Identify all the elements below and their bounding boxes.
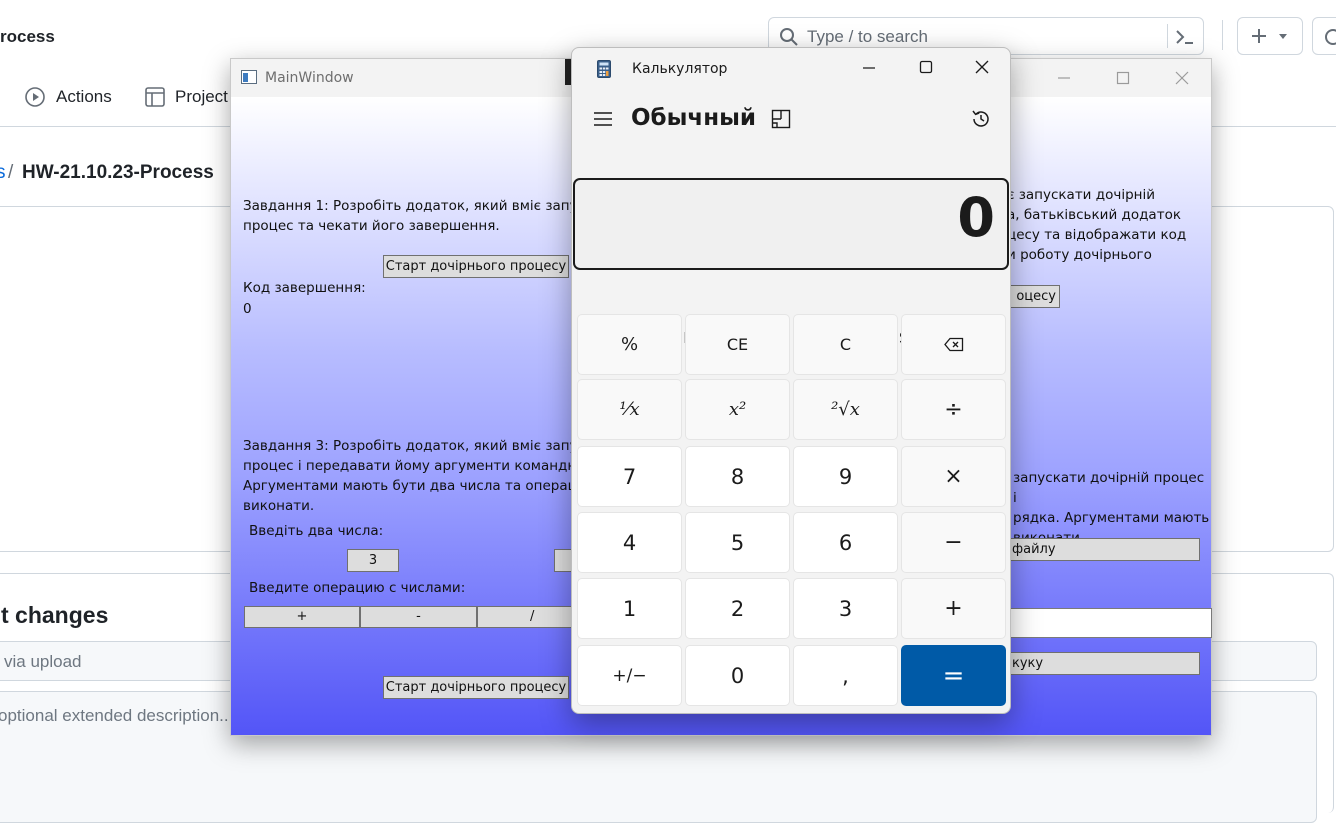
exit-code-label: Код завершення: (243, 280, 366, 296)
repo-name[interactable]: rocess (0, 27, 55, 47)
digit-9-button[interactable]: 9 (793, 446, 898, 507)
maximize-icon[interactable] (1116, 71, 1130, 85)
maximize-icon[interactable] (919, 60, 933, 74)
close-icon[interactable] (1175, 71, 1189, 85)
task3-line: процес і передавати йому аргументи коман… (243, 458, 585, 474)
op-divide-button[interactable]: / (477, 606, 577, 628)
task2-line: є запускати дочірній (1007, 187, 1155, 203)
breadcrumb-owner[interactable]: s (0, 162, 6, 184)
calculator-mode-title: Обычный (631, 105, 757, 131)
calculator-display: 0 (573, 178, 1009, 270)
task1-start-button[interactable]: Старт дочірнього процесу (383, 255, 569, 278)
square-button[interactable]: x² (685, 379, 790, 440)
decimal-button[interactable]: , (793, 645, 898, 706)
issues-button[interactable] (1312, 17, 1336, 55)
enter-numbers-label: Введіть два числа: (249, 523, 384, 539)
subtract-button[interactable]: − (901, 512, 1006, 573)
calculator-title: Калькулятор (632, 61, 728, 77)
digit-3-button[interactable]: 3 (793, 578, 898, 639)
number1-field[interactable]: 3 (347, 549, 399, 572)
exit-code-value: 0 (243, 301, 252, 317)
commit-summary-placeholder: via upload (4, 652, 82, 671)
clear-button[interactable]: C (793, 314, 898, 375)
keep-on-top-icon[interactable] (771, 109, 791, 129)
task4-description: запускати дочірній процес і рядка. Аргум… (1013, 468, 1211, 548)
task3-start-button[interactable]: Старт дочірнього процесу (383, 676, 569, 699)
commit-description-placeholder: optional extended description... (0, 706, 234, 725)
calculator-window: Калькулятор Обычный 0 MC MR M+ M− MS M∨ … (571, 47, 1011, 714)
chevron-down-icon (1279, 34, 1287, 39)
divider (1167, 24, 1168, 48)
negate-button[interactable]: +/− (577, 645, 682, 706)
task2-description: є запускати дочірній а, батьківський дод… (1007, 185, 1186, 265)
task3-description: Завдання 3: Розробіть додаток, який вміє… (243, 436, 593, 516)
digit-5-button[interactable]: 5 (685, 512, 790, 573)
minimize-icon[interactable] (862, 61, 876, 75)
digit-6-button[interactable]: 6 (793, 512, 898, 573)
backspace-button[interactable] (901, 314, 1006, 375)
divider (1222, 20, 1223, 50)
digit-0-button[interactable]: 0 (685, 645, 790, 706)
multiply-button[interactable]: × (901, 446, 1006, 507)
clear-entry-button[interactable]: CE (685, 314, 790, 375)
task1-description: Завдання 1: Розробіть додаток, який вміє… (243, 196, 593, 236)
breadcrumb-repo[interactable]: HW-21.10.23-Process (22, 162, 214, 184)
close-icon[interactable] (975, 60, 989, 74)
search-icon (780, 28, 798, 46)
task4-line: рядка. Аргументами мають (1013, 510, 1210, 526)
task3-line: Аргументами мають бути два числа та опер… (243, 478, 589, 494)
app-icon (241, 70, 257, 84)
main-window-title: MainWindow (265, 70, 354, 86)
digit-8-button[interactable]: 8 (685, 446, 790, 507)
backspace-icon (943, 337, 963, 352)
divide-button[interactable]: ÷ (901, 379, 1006, 440)
history-icon[interactable] (970, 108, 992, 130)
calculator-app-icon (597, 60, 611, 78)
display-value: 0 (957, 186, 995, 249)
op-minus-button[interactable]: - (360, 606, 477, 628)
minimize-icon[interactable] (1057, 71, 1071, 85)
digit-7-button[interactable]: 7 (577, 446, 682, 507)
breadcrumb-separator: / (8, 162, 14, 183)
terminal-icon[interactable] (1174, 27, 1196, 47)
digit-1-button[interactable]: 1 (577, 578, 682, 639)
task3-line: Завдання 3: Розробіть додаток, який вміє… (243, 438, 594, 454)
task2-line: а, батьківський додаток (1007, 207, 1181, 223)
nav-actions[interactable]: Actions (56, 87, 112, 107)
plus-icon (1252, 29, 1266, 43)
task1-line: Завдання 1: Розробіть додаток, який вміє… (243, 198, 594, 214)
digit-4-button[interactable]: 4 (577, 512, 682, 573)
hamburger-menu-icon[interactable] (593, 111, 613, 127)
projects-icon (144, 86, 166, 108)
commit-heading: t changes (1, 602, 109, 628)
task2-line: цесу та відображати код (1007, 227, 1187, 243)
percent-button[interactable]: % (577, 314, 682, 375)
op-plus-button[interactable]: + (244, 606, 360, 628)
nav-projects[interactable]: Project (175, 87, 228, 107)
task3-line: виконати. (243, 498, 315, 514)
task1-line: процес та чекати його завершення. (243, 218, 500, 234)
search-placeholder: Type / to search (807, 27, 928, 46)
digit-2-button[interactable]: 2 (685, 578, 790, 639)
create-new-button[interactable] (1237, 17, 1303, 55)
square-root-button[interactable]: ²√x (793, 379, 898, 440)
task2-line: и роботу дочірнього (1007, 247, 1152, 263)
reciprocal-button[interactable]: ¹⁄x (577, 379, 682, 440)
add-button[interactable]: + (901, 578, 1006, 639)
task4-line: запускати дочірній процес і (1013, 470, 1205, 506)
actions-icon (24, 86, 46, 108)
equals-button[interactable]: = (901, 645, 1006, 706)
issue-icon (1325, 29, 1336, 45)
enter-operation-label: Введите операцию с числами: (249, 580, 466, 596)
